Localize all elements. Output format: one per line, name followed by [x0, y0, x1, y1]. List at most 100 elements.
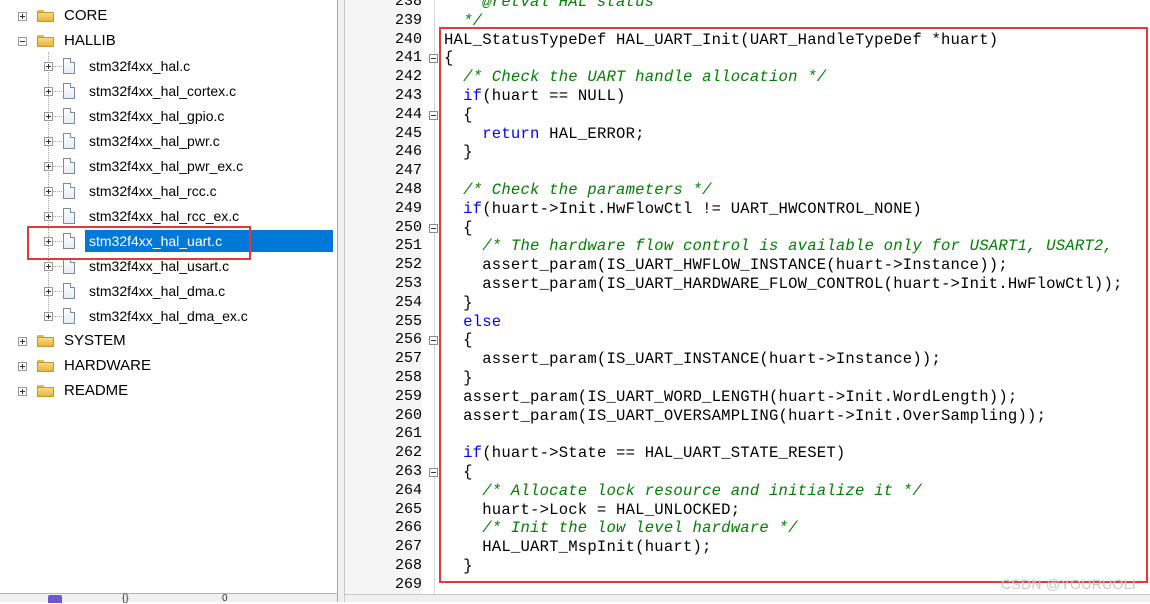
comment-token: * @retval HAL status [463, 0, 655, 11]
line-number: 241 [394, 49, 422, 67]
annotation-box-function [439, 27, 1148, 583]
expand-icon[interactable] [44, 287, 53, 296]
c-file-icon [63, 258, 75, 274]
line-number: 260 [394, 406, 422, 424]
folder-icon [37, 35, 54, 47]
fold-collapse-icon[interactable] [429, 223, 438, 233]
fold-collapse-icon[interactable] [429, 54, 438, 64]
fold-guide-line [434, 0, 435, 594]
line-number: 262 [394, 444, 422, 462]
tree-file-label: stm32f4xx_hal_rcc_ex.c [89, 208, 240, 224]
line-number: 264 [394, 481, 422, 499]
tree-file-label: stm32f4xx_hal_gpio.c [89, 108, 225, 124]
c-file-icon [63, 308, 75, 324]
tree-file-item[interactable]: stm32f4xx_hal_pwr_ex.c [0, 155, 337, 177]
line-number: 263 [394, 463, 422, 480]
expand-icon[interactable] [44, 212, 53, 221]
tree-file-item[interactable]: stm32f4xx_hal.c [0, 55, 337, 77]
tree-file-item[interactable]: stm32f4xx_hal_rcc.c [0, 180, 337, 202]
tree-file-item[interactable]: stm32f4xx_hal_rcc_ex.c [0, 205, 337, 227]
expand-icon[interactable] [44, 162, 53, 171]
project-tree: CORE HALLIB stm32f4xx_hal.c stm32f4xx_hal_c… [0, 0, 337, 593]
tree-file-item[interactable]: stm32f4xx_hal_gpio.c [0, 105, 337, 127]
expand-icon[interactable] [18, 12, 27, 21]
line-number: 247 [394, 162, 422, 180]
line-number: 265 [394, 500, 422, 518]
line-number: 267 [394, 538, 422, 556]
panel-splitter[interactable] [337, 0, 345, 602]
expand-icon[interactable] [18, 337, 27, 346]
tree-folder-readme[interactable]: README [0, 380, 337, 402]
tree-file-item[interactable]: stm32f4xx_hal_dma.c [0, 280, 337, 302]
line-number: 254 [394, 293, 422, 311]
c-file-icon [63, 58, 75, 74]
tree-file-item[interactable]: stm32f4xx_hal_pwr.c [0, 130, 337, 152]
line-number: 257 [394, 350, 422, 368]
tree-file-label: stm32f4xx_hal_pwr_ex.c [89, 158, 244, 174]
tree-folder-label: HALLIB [64, 32, 116, 49]
fold-collapse-icon[interactable] [429, 468, 438, 477]
line-number: 266 [394, 519, 422, 537]
fold-collapse-icon[interactable] [429, 336, 438, 346]
code-line[interactable]: * @retval HAL status [444, 0, 654, 12]
tree-folder-label: README [64, 382, 129, 399]
expand-icon[interactable] [44, 62, 53, 71]
tree-panel-tab-strip: {} 0 [0, 593, 337, 604]
line-number: 243 [394, 87, 422, 104]
tree-file-label: stm32f4xx_hal_rcc.c [89, 183, 217, 199]
tree-folder-hallib[interactable]: HALLIB [0, 30, 337, 52]
folder-icon [37, 360, 54, 372]
c-file-icon [63, 83, 75, 99]
tree-folder-hardware[interactable]: HARDWARE [0, 355, 337, 377]
line-number: 253 [394, 275, 422, 292]
folder-icon [37, 10, 54, 22]
tree-folder-label: SYSTEM [64, 332, 126, 349]
tree-file-item[interactable]: stm32f4xx_hal_cortex.c [0, 80, 337, 102]
tree-folder-system[interactable]: SYSTEM [0, 330, 337, 352]
expand-icon[interactable] [44, 262, 53, 271]
line-number: 248 [394, 181, 422, 198]
c-file-icon [63, 283, 75, 299]
c-file-icon [63, 133, 75, 149]
expand-icon[interactable] [18, 362, 27, 371]
line-number: 252 [394, 256, 422, 274]
line-number: 251 [394, 237, 422, 255]
folder-icon [37, 335, 54, 347]
expand-icon[interactable] [44, 187, 53, 196]
c-file-icon [63, 208, 75, 224]
tree-file-label: stm32f4xx_hal_cortex.c [89, 83, 237, 99]
tree-folder-label: HARDWARE [64, 357, 151, 374]
expand-icon[interactable] [44, 137, 53, 146]
line-number: 244 [394, 105, 422, 123]
line-number: 242 [394, 68, 422, 86]
line-number: 245 [394, 124, 422, 142]
c-file-icon [63, 158, 75, 174]
line-number: 250 [394, 218, 422, 236]
line-number: 255 [394, 312, 422, 330]
c-file-icon [63, 108, 75, 124]
line-number: 259 [394, 387, 422, 405]
line-number: 261 [394, 425, 422, 443]
annotation-box-selected-file [27, 226, 251, 260]
tree-file-item[interactable]: stm32f4xx_hal_dma_ex.c [0, 305, 337, 327]
c-file-icon [63, 183, 75, 199]
expand-icon[interactable] [18, 387, 27, 396]
tree-file-label: stm32f4xx_hal_pwr.c [89, 133, 220, 149]
line-number: 246 [394, 143, 422, 161]
fold-collapse-icon[interactable] [429, 110, 438, 120]
line-number: 240 [394, 30, 422, 48]
line-number: 269 [394, 575, 422, 593]
expand-icon[interactable] [44, 112, 53, 121]
line-number: 268 [394, 557, 422, 574]
tree-file-label: stm32f4xx_hal.c [89, 58, 191, 74]
line-number: 249 [394, 199, 422, 217]
expand-icon[interactable] [44, 87, 53, 96]
expand-icon[interactable] [44, 312, 53, 321]
tree-folder-core[interactable]: CORE [0, 5, 337, 27]
horizontal-scrollbar[interactable] [345, 594, 1150, 602]
collapse-icon[interactable] [18, 37, 27, 46]
line-number: 238 [394, 0, 422, 10]
line-number: 239 [394, 11, 422, 29]
folder-icon [37, 385, 54, 397]
